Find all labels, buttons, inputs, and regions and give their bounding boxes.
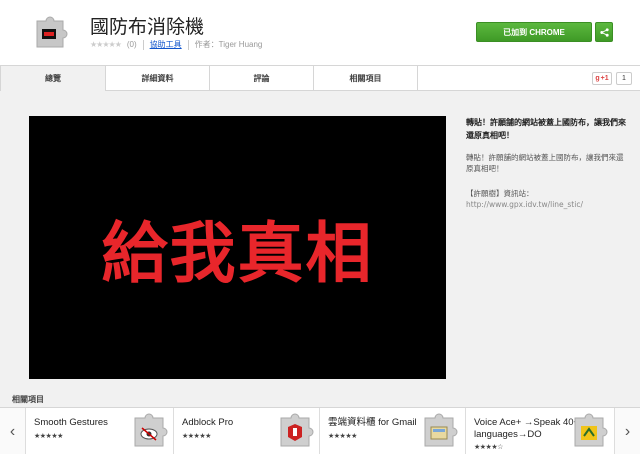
- puzzle-piece-icon: [36, 16, 68, 48]
- related-carousel: ‹ Smooth Gestures ★★★★★ Adblock Pro ★★★★…: [0, 407, 640, 454]
- extension-header: 國防布消除機 ★★★★★ (0) 協助工具 作者：Tiger Huang 已加到…: [0, 0, 640, 66]
- screenshot-caption: 給我真相: [101, 214, 374, 292]
- google-plus-icon: g: [595, 75, 600, 82]
- extension-screenshot[interactable]: 給我真相: [29, 116, 446, 379]
- description-body: 轉貼！許願舗的網站被蓋上國防布，讓我們來還原真相吧！: [466, 153, 624, 173]
- share-icon: [599, 27, 609, 37]
- related-item-stars: ★★★★☆: [474, 444, 503, 451]
- tab-bar: 總覽 詳細資料 評論 相關項目: [0, 66, 640, 91]
- related-section-title: 相關項目: [12, 395, 44, 404]
- rating-count: (0): [126, 40, 137, 49]
- added-to-chrome-button[interactable]: 已加到 CHROME: [476, 22, 592, 42]
- chevron-right-icon: ›: [624, 422, 631, 440]
- related-item-stars: ★★★★★: [182, 433, 211, 440]
- extension-meta: ★★★★★ (0) 協助工具 作者：Tiger Huang: [90, 39, 262, 50]
- adblock-hand-icon: [280, 413, 314, 447]
- tab-reviews[interactable]: 評論: [210, 66, 314, 90]
- author-text: 作者：Tiger Huang: [194, 40, 263, 49]
- related-item-stars: ★★★★★: [328, 433, 357, 440]
- tab-related[interactable]: 相關項目: [314, 66, 418, 90]
- extension-title: 國防布消除機: [90, 16, 205, 38]
- related-item[interactable]: 雲端資料櫃 for Gmail ★★★★★: [320, 408, 466, 454]
- carousel-next-button[interactable]: ›: [614, 408, 640, 454]
- tab-details[interactable]: 詳細資料: [106, 66, 210, 90]
- google-plus-one-button[interactable]: g +1: [592, 72, 612, 85]
- related-item-stars: ★★★★★: [34, 433, 63, 440]
- description-heading: 轉貼！許願舗的網站被蓋上國防布，讓我們來還原真相吧！: [466, 118, 626, 140]
- related-item-name: Voice Ace+ →Speak 40+ languages→DO: [474, 417, 580, 440]
- tab-overview[interactable]: 總覽: [0, 66, 106, 91]
- description-panel: 轉貼！許願舗的網站被蓋上國防布，讓我們來還原真相吧！ 轉貼！許願舗的網站被蓋上國…: [466, 116, 626, 210]
- rating-stars: ★★★★★: [90, 40, 122, 49]
- voice-ace-icon: [574, 413, 608, 447]
- related-item[interactable]: Adblock Pro ★★★★★: [174, 408, 320, 454]
- related-item[interactable]: Smooth Gestures ★★★★★: [26, 408, 174, 454]
- meta-divider: [142, 39, 144, 50]
- related-item-name: Smooth Gestures: [34, 417, 108, 428]
- category-link[interactable]: 協助工具: [150, 39, 182, 50]
- source-label: 【許願樹】資訊站：: [466, 189, 534, 198]
- chevron-left-icon: ‹: [9, 422, 16, 440]
- related-item-name: Adblock Pro: [182, 417, 234, 428]
- cloud-storage-icon: [424, 413, 458, 447]
- carousel-prev-button[interactable]: ‹: [0, 408, 26, 454]
- related-item[interactable]: Voice Ace+ →Speak 40+ languages→DO ★★★★☆: [466, 408, 614, 454]
- meta-divider: [187, 39, 189, 50]
- plus-one-count: 1: [616, 72, 632, 85]
- source-url: http://www.gpx.idv.tw/line_stic/: [466, 200, 583, 209]
- share-button[interactable]: [595, 22, 613, 42]
- gesture-eye-icon: [134, 413, 168, 447]
